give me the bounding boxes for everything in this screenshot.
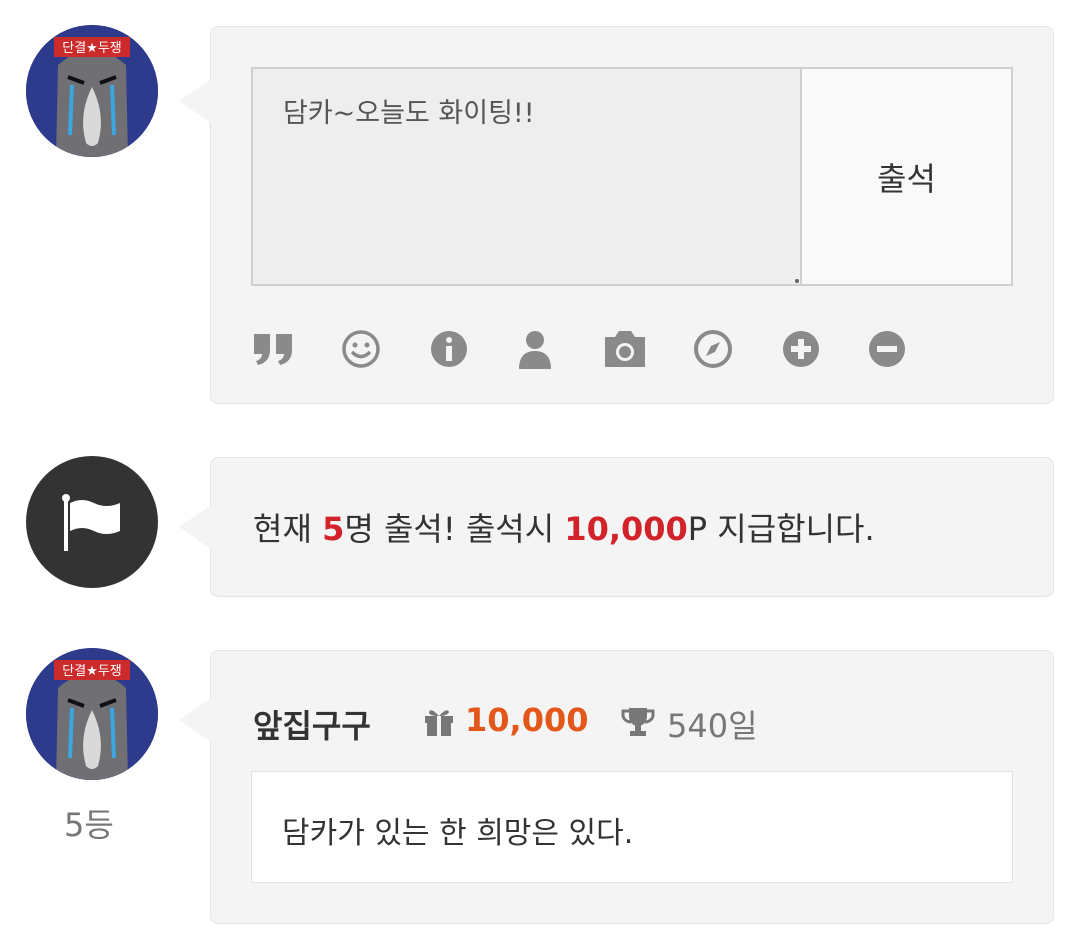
attendance-notice: 현재 5명 출석! 출석시 10,000P 지급합니다. [179,457,1054,597]
notice-text: 현재 5명 출석! 출석시 10,000P 지급합니다. [253,510,875,548]
user-avatar: 단결★두쟁 [26,25,158,157]
entry-points: 10,000 [465,701,589,739]
comment-input[interactable]: 담카~오늘도 화이팅!! [251,67,801,286]
bubble-tail [179,698,211,742]
camera-icon[interactable] [601,327,649,371]
compass-icon[interactable] [691,327,735,371]
entry-username[interactable]: 앞집구구 [253,701,371,747]
checkin-button[interactable]: 출석 [801,67,1013,286]
plus-circle-icon[interactable] [779,327,823,371]
avatar-banner-text: 단결★두쟁 [62,41,122,56]
entry-rank: 5등 [64,806,114,844]
entry-days: 540일 [667,707,758,745]
attendance-entry: 앞집구구 10,000 540일 담카가 있는 한 희망은 있다. [179,650,1054,924]
notice-flag-badge [26,456,158,588]
resize-handle[interactable] [795,279,799,283]
minus-circle-icon[interactable] [865,327,909,371]
bubble-tail [179,79,211,123]
checkin-count: 5 [322,510,345,548]
trophy-icon [621,707,655,741]
user-icon[interactable] [513,327,557,371]
reward-points: 10,000 [564,510,688,548]
entry-avatar: 단결★두쟁 [26,648,158,780]
entry-message: 담카가 있는 한 희망은 있다. [251,771,1013,883]
flag-icon [62,494,120,551]
avatar-banner-text: 단결★두쟁 [62,664,122,679]
smile-icon[interactable] [339,327,383,371]
quote-icon[interactable] [251,327,295,371]
comment-composer: 담카~오늘도 화이팅!! 출석 [179,26,1054,404]
gift-icon [423,707,455,741]
bubble-tail [179,505,211,549]
info-icon[interactable] [427,327,471,371]
